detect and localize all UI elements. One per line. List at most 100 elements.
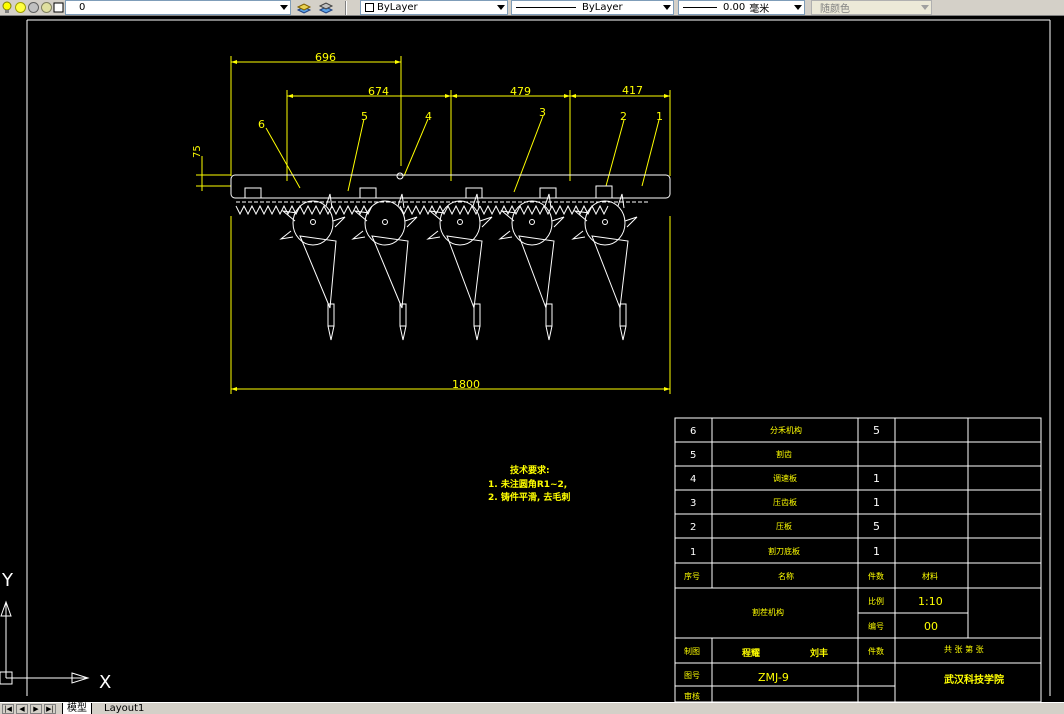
cad-drawing: 696 674 479 417 75 1800 6 5 4 3 2 1 技术要求… bbox=[0, 19, 1051, 702]
prev-tab-button[interactable]: ◀ bbox=[16, 704, 28, 714]
saw-teeth-left bbox=[235, 204, 373, 216]
drawing-no-value: 00 bbox=[924, 620, 938, 633]
part-name: 调速板 bbox=[773, 473, 797, 483]
figure-value: ZMJ-9 bbox=[758, 671, 789, 684]
lineweight-unit: 毫米 bbox=[749, 4, 770, 15]
part-name: 割齿 bbox=[776, 449, 792, 459]
part-no: 2 bbox=[690, 522, 696, 533]
balloon-5: 5 bbox=[361, 110, 368, 123]
chevron-down-icon bbox=[794, 5, 802, 10]
scale-value: 1:10 bbox=[918, 595, 943, 608]
check-label: 审核 bbox=[684, 691, 700, 701]
count-label: 件数 bbox=[868, 646, 884, 656]
ucs-x-label: X bbox=[99, 672, 111, 693]
layers-manager-icon[interactable] bbox=[296, 1, 312, 14]
divider-1 bbox=[279, 193, 346, 341]
color-dropdown[interactable]: ByLayer bbox=[360, 0, 508, 15]
cutter-assembly bbox=[230, 172, 671, 341]
approval-text: 共 张 第 张 bbox=[944, 644, 984, 654]
layout-tabs-bar: |◀ ◀ ▶ ▶| 模型 Layout1 bbox=[0, 702, 1064, 714]
dimension-417: 417 bbox=[622, 84, 643, 97]
header-material: 材料 bbox=[922, 571, 938, 581]
part-qty: 1 bbox=[873, 496, 880, 509]
balloon-2: 2 bbox=[620, 110, 627, 123]
tab-model[interactable]: 模型 bbox=[62, 703, 92, 714]
part-qty: 1 bbox=[873, 545, 880, 558]
chevron-down-icon bbox=[280, 5, 288, 10]
part-qty: 1 bbox=[873, 472, 880, 485]
balloon-4: 4 bbox=[425, 110, 432, 123]
header-no: 序号 bbox=[684, 571, 700, 581]
tech-requirements-line2: 2. 铸件平滑, 去毛刺 bbox=[488, 491, 570, 503]
dimension-75: 75 bbox=[192, 145, 203, 158]
lineweight-dropdown[interactable]: 0.00 毫米 bbox=[678, 0, 805, 15]
scale-label: 比例 bbox=[868, 596, 884, 606]
clamp-block bbox=[465, 187, 483, 199]
part-no: 5 bbox=[690, 450, 696, 461]
title-block-grid bbox=[674, 417, 1042, 702]
toolbar-separator bbox=[345, 1, 347, 15]
clamp-block bbox=[359, 187, 377, 199]
part-no: 6 bbox=[690, 426, 696, 437]
balloon-3: 3 bbox=[539, 106, 546, 119]
properties-toolbar: 0 ByLayer ByLayer 0.00 毫米 随颜色 bbox=[0, 0, 1064, 16]
chevron-down-icon bbox=[921, 5, 929, 10]
chevron-down-icon bbox=[663, 5, 671, 10]
layer-value: 0 bbox=[79, 2, 86, 13]
sun-icon bbox=[15, 2, 26, 13]
clamp-block bbox=[244, 187, 262, 199]
drawing-canvas[interactable]: 696 674 479 417 75 1800 6 5 4 3 2 1 技术要求… bbox=[0, 16, 1064, 702]
part-name: 压齿板 bbox=[773, 497, 797, 507]
dimension-696: 696 bbox=[315, 51, 336, 64]
next-tab-button[interactable]: ▶ bbox=[30, 704, 42, 714]
part-no: 1 bbox=[690, 547, 696, 558]
first-tab-button[interactable]: |◀ bbox=[2, 704, 14, 714]
part-qty: 5 bbox=[873, 424, 880, 437]
lineweight-preview bbox=[683, 7, 717, 8]
ucs-icon bbox=[0, 600, 90, 685]
drawer-label: 制图 bbox=[684, 646, 700, 656]
tech-requirements-title: 技术要求: bbox=[510, 464, 550, 476]
balloon-leaders bbox=[265, 115, 660, 193]
divider-3 bbox=[426, 193, 493, 341]
part-qty: 5 bbox=[873, 520, 880, 533]
clamp-block bbox=[595, 185, 613, 199]
tab-layout1[interactable]: Layout1 bbox=[100, 703, 148, 714]
lightbulb-icon bbox=[2, 1, 12, 13]
last-tab-button[interactable]: ▶| bbox=[44, 704, 56, 714]
freeze-icon bbox=[28, 2, 39, 13]
header-qty: 件数 bbox=[868, 571, 884, 581]
part-name: 分禾机构 bbox=[770, 425, 802, 435]
dimension-lines bbox=[196, 56, 671, 394]
figure-label: 图号 bbox=[684, 671, 700, 680]
drawer-name: 程耀 bbox=[742, 647, 760, 659]
dimension-1800: 1800 bbox=[452, 378, 480, 391]
pivot-point bbox=[396, 172, 404, 180]
assembly-name: 割茬机构 bbox=[752, 607, 784, 617]
linetype-dropdown[interactable]: ByLayer bbox=[511, 0, 674, 15]
tech-requirements-line1: 1. 未注圆角R1~2, bbox=[488, 478, 567, 490]
drawing-no-label: 编号 bbox=[868, 621, 884, 631]
ucs-y-label: Y bbox=[1, 570, 14, 591]
plotstyle-value: 随颜色 bbox=[820, 4, 850, 15]
plotstyle-dropdown[interactable]: 随颜色 bbox=[811, 0, 932, 15]
divider-5 bbox=[571, 193, 638, 341]
layer-dropdown[interactable]: 0 bbox=[65, 0, 291, 15]
part-no: 3 bbox=[690, 498, 696, 509]
divider-2 bbox=[351, 193, 418, 341]
part-no: 4 bbox=[690, 474, 696, 485]
divider-4 bbox=[498, 193, 565, 341]
layer-previous-icon[interactable] bbox=[318, 1, 334, 14]
part-name: 割刀底板 bbox=[768, 546, 800, 556]
linetype-preview bbox=[516, 7, 576, 8]
header-name: 名称 bbox=[778, 571, 794, 581]
drawer-name-2: 刘丰 bbox=[810, 647, 828, 659]
dimension-479: 479 bbox=[510, 85, 531, 98]
dimension-674: 674 bbox=[368, 85, 389, 98]
balloon-1: 1 bbox=[656, 110, 663, 123]
balloon-6: 6 bbox=[258, 118, 265, 131]
school-name: 武汉科技学院 bbox=[944, 673, 1004, 686]
color-value: ByLayer bbox=[377, 2, 418, 13]
lineweight-value: 0.00 bbox=[723, 2, 746, 13]
part-name: 压板 bbox=[776, 521, 792, 531]
